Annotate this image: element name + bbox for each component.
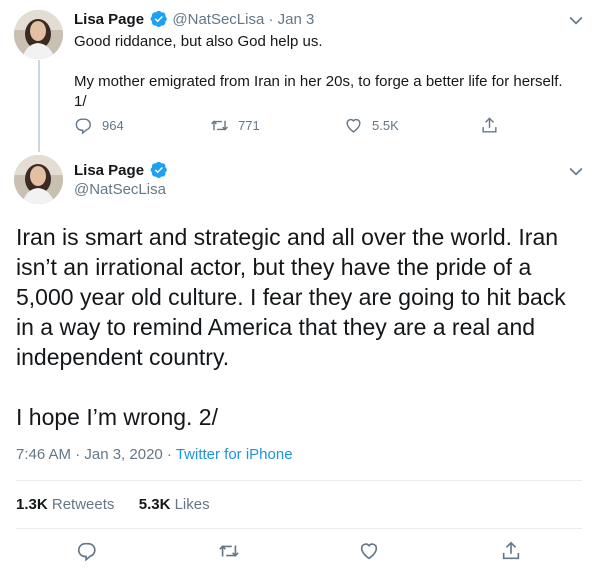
retweet-count: 771 bbox=[238, 118, 260, 133]
handle[interactable]: @NatSecLisa bbox=[74, 180, 166, 200]
avatar-image bbox=[14, 155, 63, 204]
like-count: 5.5K bbox=[372, 118, 399, 133]
tweet-paragraph: I hope I’m wrong. 2/ bbox=[16, 404, 218, 430]
reply-count: 964 bbox=[102, 118, 124, 133]
tweet-paragraph: Good riddance, but also God help us. bbox=[74, 33, 323, 50]
heart-icon[interactable] bbox=[358, 540, 380, 562]
chevron-down-icon[interactable] bbox=[566, 161, 586, 181]
likes-stat-count: 5.3K bbox=[138, 496, 171, 513]
chevron-down-icon[interactable] bbox=[566, 10, 586, 30]
display-name[interactable]: Lisa Page bbox=[74, 11, 144, 28]
retweet-icon[interactable] bbox=[218, 540, 240, 562]
thread-connector-line bbox=[38, 60, 40, 152]
handle[interactable]: @NatSecLisa bbox=[172, 11, 264, 28]
likes-stat-label: Likes bbox=[174, 496, 210, 513]
heart-icon bbox=[346, 118, 361, 133]
tweet-text: Good riddance, but also God help us. My … bbox=[74, 32, 579, 112]
retweets-stat[interactable]: 1.3K Retweets bbox=[16, 496, 114, 513]
separator-dot: · bbox=[268, 11, 274, 28]
reply-icon bbox=[75, 118, 91, 135]
tweet-paragraph: Iran is smart and strategic and all over… bbox=[16, 224, 566, 370]
divider bbox=[16, 480, 582, 481]
tweet-actions bbox=[0, 540, 598, 566]
share-icon bbox=[482, 117, 497, 133]
share-icon[interactable] bbox=[500, 540, 522, 562]
retweet-button[interactable]: 771 bbox=[210, 116, 260, 135]
tweet-paragraph: My mother emigrated from Iran in her 20s… bbox=[74, 73, 563, 110]
like-button[interactable]: 5.5K bbox=[344, 116, 399, 135]
retweets-stat-count: 1.3K bbox=[16, 496, 48, 513]
display-name-row: Lisa Page bbox=[74, 161, 168, 181]
avatar[interactable] bbox=[14, 155, 63, 204]
reply-icon[interactable] bbox=[76, 540, 98, 562]
divider bbox=[16, 528, 582, 529]
avatar[interactable] bbox=[14, 10, 63, 59]
likes-stat[interactable]: 5.3K Likes bbox=[139, 496, 210, 513]
tweet-meta: 7:46 AM · Jan 3, 2020 · Twitter for iPho… bbox=[16, 445, 293, 465]
tweet-text: Iran is smart and strategic and all over… bbox=[16, 222, 576, 432]
share-button[interactable] bbox=[480, 116, 499, 135]
display-name[interactable]: Lisa Page bbox=[74, 162, 144, 179]
avatar-image bbox=[14, 10, 63, 59]
tweet-timestamp[interactable]: 7:46 AM · Jan 3, 2020 bbox=[16, 446, 163, 463]
verified-badge-icon bbox=[150, 161, 168, 179]
retweet-icon bbox=[211, 120, 228, 131]
retweets-stat-label: Retweets bbox=[51, 496, 115, 513]
reply-button[interactable]: 964 bbox=[74, 116, 124, 135]
tweet-source-link[interactable]: Twitter for iPhone bbox=[176, 446, 293, 463]
tweet-stats: 1.3K Retweets 5.3K Likes bbox=[16, 495, 210, 515]
tweet-actions: 964 771 5.5K bbox=[74, 116, 514, 138]
tweet-date[interactable]: Jan 3 bbox=[278, 11, 315, 28]
separator-dot: · bbox=[162, 446, 176, 463]
tweet-header: Lisa Page @NatSecLisa · Jan 3 bbox=[74, 10, 314, 30]
verified-badge-icon bbox=[150, 10, 168, 28]
